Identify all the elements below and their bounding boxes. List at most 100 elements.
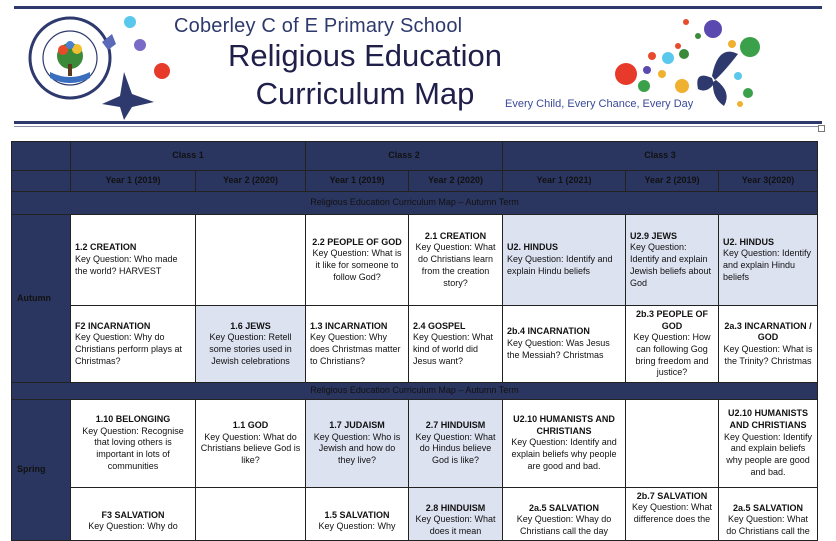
resize-handle[interactable]: [818, 125, 825, 132]
unit-title: 2b.3 PEOPLE OF GOD: [635, 308, 709, 331]
unit-cell: 2b.7 SALVATION Key Question: What differe…: [625, 486, 719, 541]
unit-question: Key Question: What does it mean: [415, 514, 496, 537]
unit-cell: 2.2 PEOPLE OF GOD Key Question: What is i…: [305, 214, 409, 306]
unit-question: Key Question: Who is Jewish and how do t…: [313, 431, 401, 465]
year-header: Year 3(2020): [717, 170, 819, 192]
unit-cell: 2a.5 SALVATION Key Question: Whay do Chri…: [502, 486, 626, 541]
unit-title: F3 SALVATION: [101, 509, 165, 520]
unit-question: Key Question: What do Hindus believe God…: [415, 431, 496, 465]
unit-question: Key Question: Why: [318, 521, 396, 532]
unit-title: 2.7 HINDUISM: [425, 419, 486, 430]
unit-question: Key Question: Why does Christmas matter …: [310, 332, 401, 366]
unit-cell: 2.7 HINDUISM Key Question: What do Hindus…: [408, 398, 503, 488]
unit-title: 1.10 BELONGING: [95, 413, 171, 424]
unit-question: Key Question: Why do Christians perform …: [75, 332, 183, 366]
term-band-row: Religious Education Curriculum Map – Aut…: [10, 191, 819, 215]
unit-cell: [625, 398, 719, 488]
unit-question: Key Question: Recognise that loving othe…: [82, 425, 184, 471]
term-band-row: Religious Education Curriculum Map – Aut…: [10, 382, 819, 400]
unit-title: 1.2 CREATION: [75, 242, 137, 253]
unit-cell: 1.6 JEWS Key Question: Retell some storie…: [195, 305, 306, 383]
unit-question: Key Question: Identify and explain belie…: [511, 437, 617, 471]
year-header: Year 2 (2020): [195, 170, 306, 192]
year-header: Year 2 (2020): [408, 170, 503, 192]
unit-cell: 1.3 INCARNATION Key Question: Why does Ch…: [305, 305, 409, 383]
year-header-row: Year 1 (2019) Year 2 (2020) Year 1 (2019…: [11, 170, 819, 192]
unit-title: 2.1 CREATION: [424, 230, 487, 241]
unit-cell: F2 INCARNATION Key Question: Why do Chris…: [70, 305, 196, 383]
unit-cell: 2.8 HINDUISM Key Question: What does it m…: [408, 486, 503, 541]
unit-question: Key Question: How can following Gog brin…: [633, 332, 711, 378]
unit-cell: 2a.3 INCARNATION / GOD Key Question: What…: [717, 305, 819, 383]
unit-cell: 2b.3 PEOPLE OF GOD Key Question: How can …: [625, 305, 719, 383]
unit-question: Key Question: What do Christians believe…: [200, 431, 301, 465]
unit-question: Key Question: Was Jesus the Messiah? Chr…: [507, 338, 610, 360]
header-thin-rule: [14, 126, 822, 127]
unit-question: Key Question: What do Christians call th…: [726, 514, 810, 537]
unit-question: Key Question: Identify and explain Hindu…: [507, 254, 613, 276]
unit-title: 2a.5 SALVATION: [528, 502, 599, 513]
unit-title: U2.10 HUMANISTS AND CHRISTIANS: [728, 408, 809, 430]
unit-cell: U2. HINDUS Key Question: Identify and exp…: [502, 214, 626, 306]
unit-cell: U2.9 JEWS Key Question: Identify and expl…: [625, 214, 719, 306]
school-motto: Every Child, Every Chance, Every Day: [505, 98, 694, 110]
unit-question: Key Question: Identify and explain Jewis…: [630, 242, 712, 288]
unit-title: 2b.7 SALVATION: [636, 490, 708, 501]
term-label-autumn: Autumn: [11, 214, 71, 383]
unit-title: 2b.4 INCARNATION: [507, 326, 590, 337]
unit-title: 1.1 GOD: [232, 419, 269, 430]
unit-title: 1.5 SALVATION: [324, 509, 390, 520]
unit-cell: 1.10 BELONGING Key Question: Recognise th…: [70, 398, 196, 488]
corner-cell: [11, 170, 71, 192]
unit-cell: F3 SALVATION Key Question: Why do: [70, 486, 196, 541]
table-row: F3 SALVATION Key Question: Why do 1.5 SAL…: [12, 486, 819, 541]
term-band: Religious Education Curriculum Map – Aut…: [10, 191, 819, 215]
unit-title: 1.7 JUDAISM: [329, 419, 385, 430]
unit-cell: U2. HINDUS Key Question: Identify and exp…: [717, 214, 819, 306]
unit-cell: U2.10 HUMANISTS AND CHRISTIANS Key Questi…: [502, 398, 626, 488]
unit-title: 1.3 INCARNATION: [310, 320, 388, 331]
school-name: Coberley C of E Primary School: [174, 15, 463, 37]
unit-question: Key Question: What is the Trinity? Chris…: [723, 344, 813, 366]
unit-question: Key Question: Identify and explain belie…: [723, 431, 813, 477]
unit-cell: 1.1 GOD Key Question: What do Christians …: [195, 398, 306, 488]
unit-question: Key Question: Why do: [88, 521, 178, 532]
unit-title: 2a.5 SALVATION: [733, 502, 804, 513]
unit-question: Key Question: Retell some stories used i…: [209, 332, 292, 366]
unit-cell: 2b.4 INCARNATION Key Question: Was Jesus …: [502, 305, 626, 383]
class-header: Class 1: [70, 141, 306, 171]
unit-title: 1.6 JEWS: [230, 320, 271, 331]
unit-title: 2a.3 INCARNATION / GOD: [724, 320, 812, 343]
unit-question: Key Question: Whay do Christians call th…: [516, 514, 612, 537]
header-bottom-rule: [14, 121, 822, 124]
term-label-spring: Spring: [11, 398, 71, 541]
page-title-line-1: Religious Education: [227, 38, 502, 73]
table-row: F2 INCARNATION Key Question: Why do Chris…: [12, 305, 819, 383]
unit-title: U2. HINDUS: [723, 236, 775, 247]
unit-cell: 2.1 CREATION Key Question: What do Christ…: [408, 214, 503, 306]
year-header: Year 1 (2019): [305, 170, 409, 192]
header-top-rule: [14, 6, 822, 9]
unit-title: U2.10 HUMANISTS AND CHRISTIANS: [513, 413, 615, 436]
page-title-line-2: Curriculum Map: [255, 76, 475, 111]
unit-question: Key Question: What is it like for someon…: [312, 248, 402, 282]
unit-cell: 2a.5 SALVATION Key Question: What do Chri…: [717, 486, 819, 541]
year-header: Year 1 (2019): [70, 170, 196, 192]
unit-cell: 2.4 GOSPEL Key Question: What kind of wor…: [408, 305, 503, 383]
table-row: Autumn 1.2 CREATION Key Question: Who mad…: [11, 214, 819, 383]
class-header: Class 2: [305, 141, 503, 171]
table-row: Spring 1.10 BELONGING Key Question: Recog…: [11, 398, 819, 541]
corner-cell: [11, 141, 71, 171]
unit-question: Key Question: Who made the world? HARVES…: [75, 254, 178, 276]
unit-question: Key Question: What difference does the: [631, 502, 713, 525]
unit-title: 2.8 HINDUISM: [425, 502, 486, 513]
unit-question: Key Question: Identify and explain Hindu…: [723, 248, 812, 282]
unit-question: Key Question: What kind of world did Jes…: [413, 332, 494, 366]
unit-title: 2.2 PEOPLE OF GOD: [312, 236, 402, 247]
term-band: Religious Education Curriculum Map – Aut…: [10, 382, 819, 400]
curriculum-table: Class 1 Class 2 Class 3 Year 1 (2019) Ye…: [10, 141, 819, 541]
unit-title: 2.4 GOSPEL: [413, 320, 466, 331]
unit-cell: 1.5 SALVATION Key Question: Why: [305, 486, 409, 541]
unit-cell: [195, 486, 306, 541]
class-header: Class 3: [501, 141, 819, 171]
